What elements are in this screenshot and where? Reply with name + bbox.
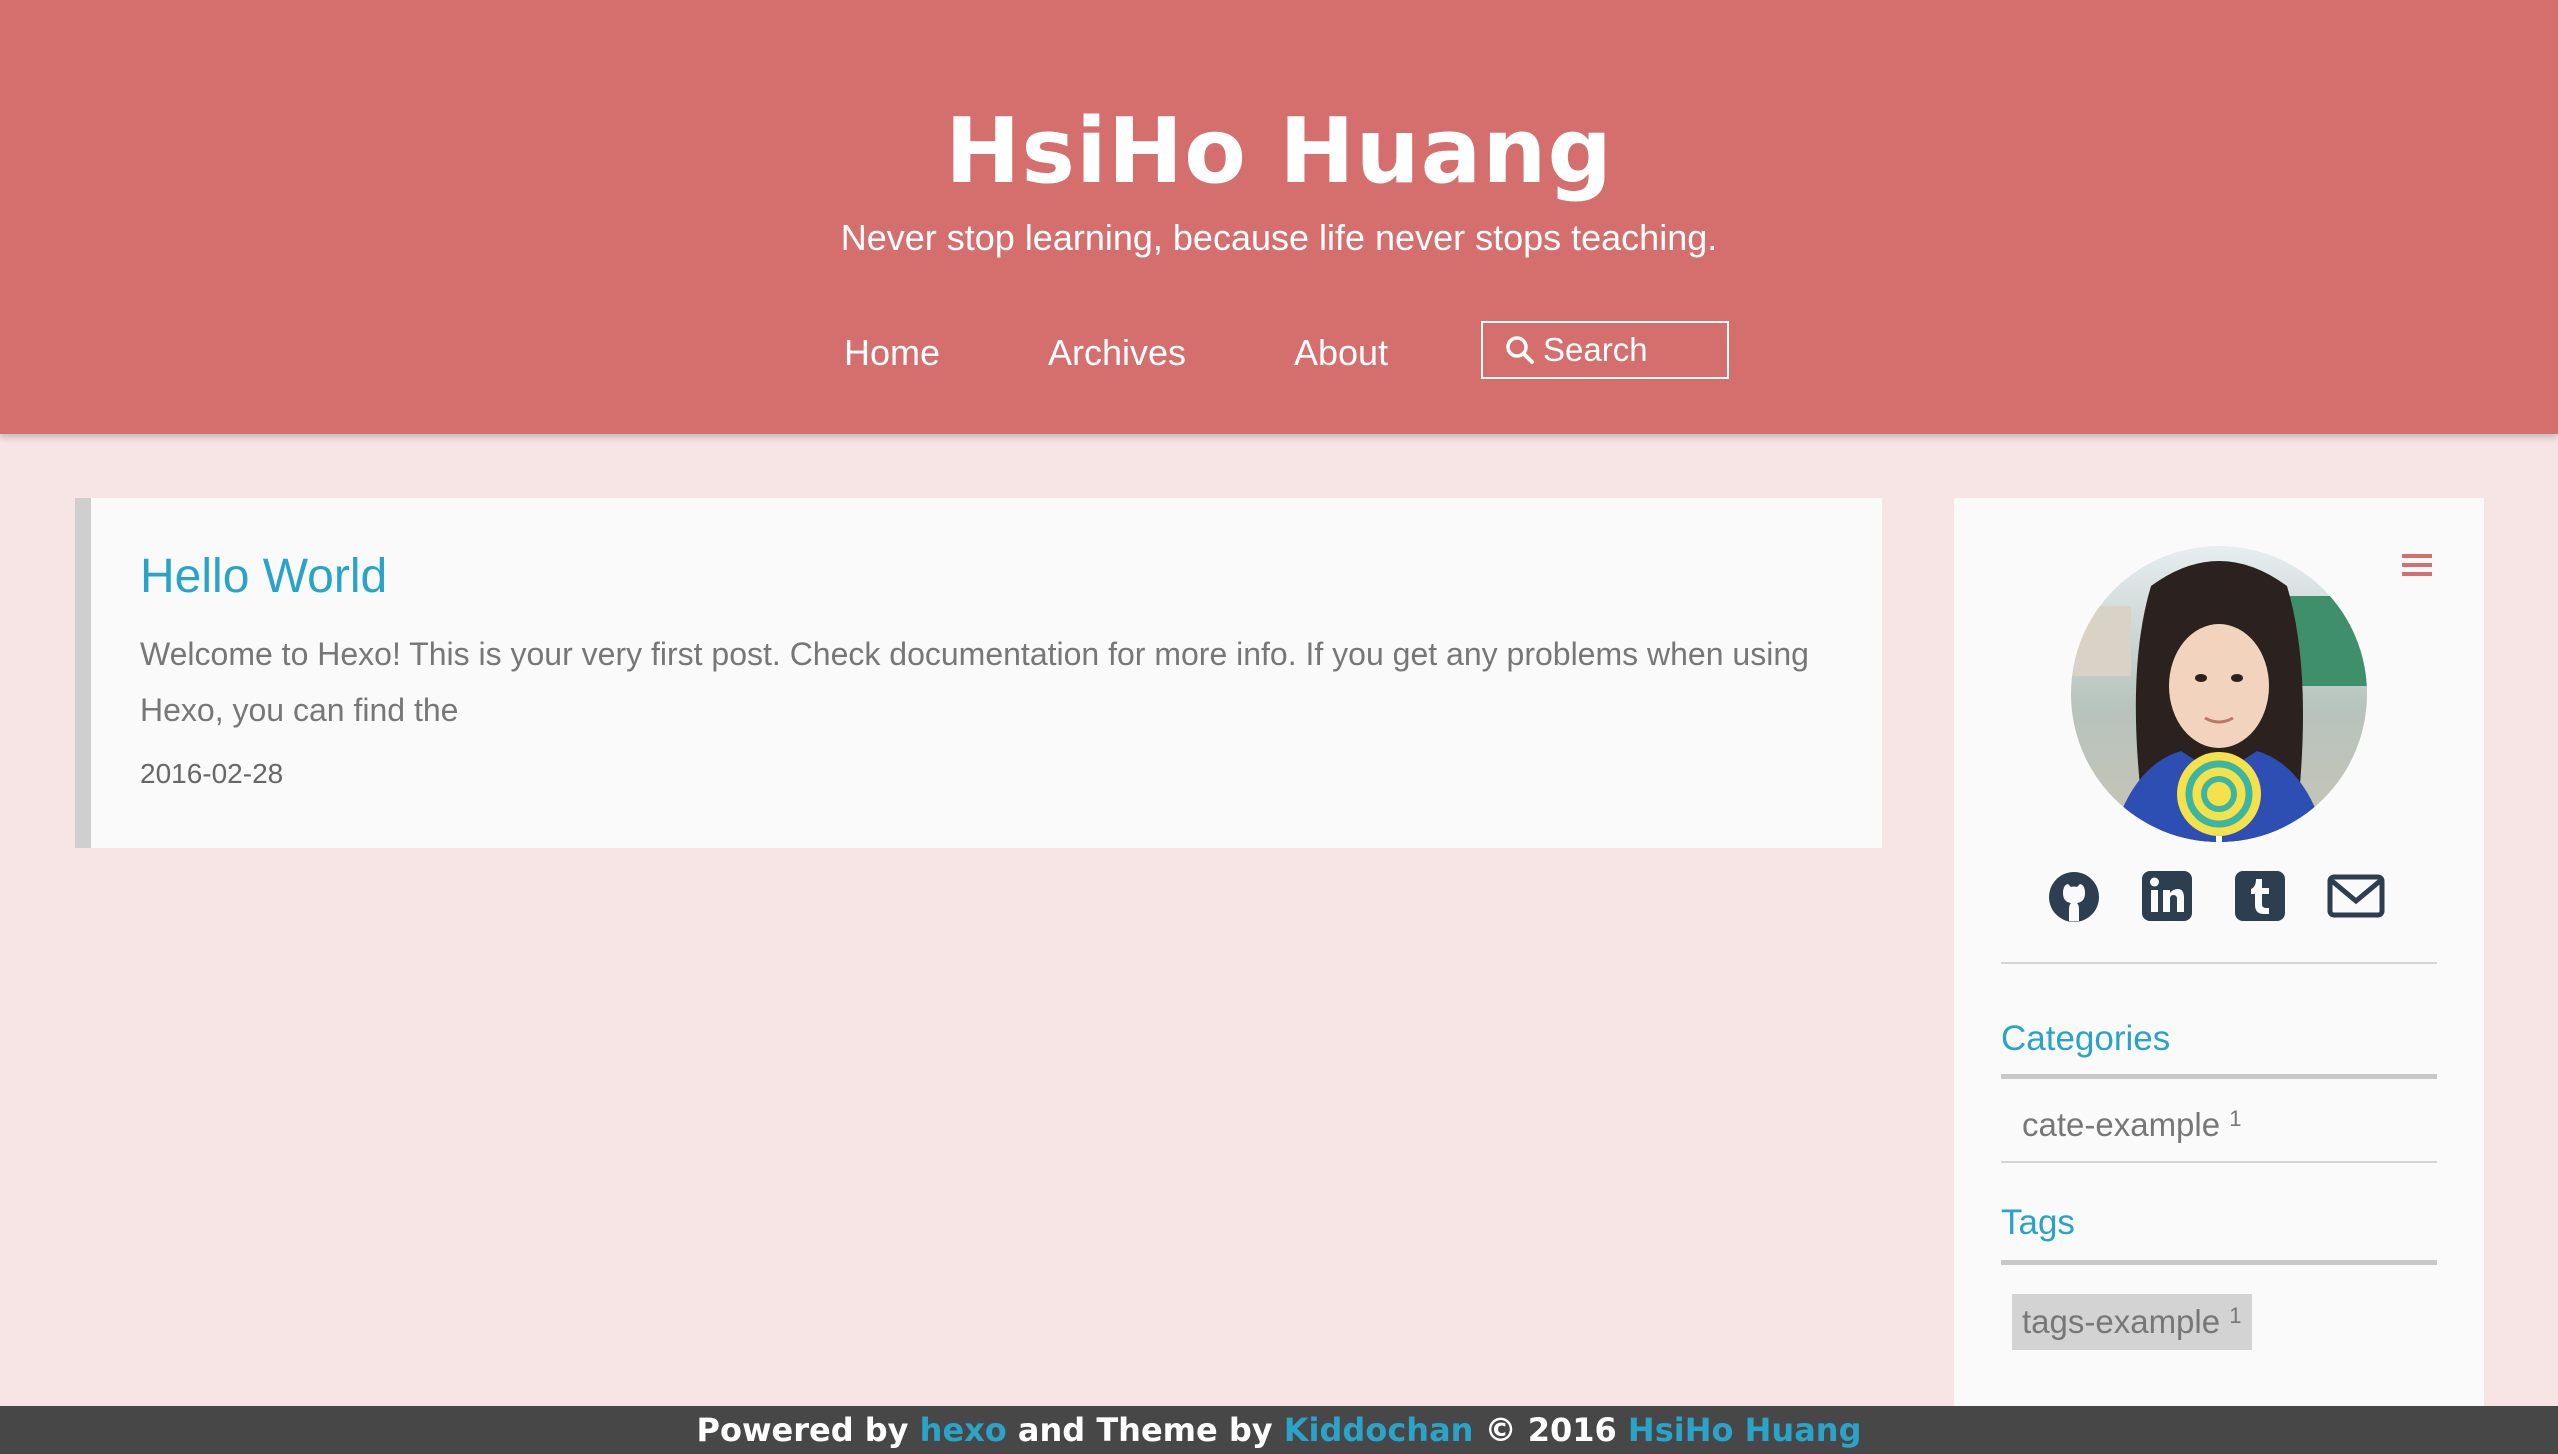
menu-icon[interactable] [2402,552,2432,578]
tag-item[interactable]: tags-example 1 [2012,1294,2252,1350]
sidebar-divider [2001,962,2437,964]
categories-underline [2001,1074,2437,1079]
footer-theme-by: and Theme by [1017,1411,1273,1449]
search-input[interactable]: Search [1481,321,1729,379]
category-name: cate-example [2022,1106,2221,1143]
tumblr-icon[interactable] [2235,871,2285,921]
site-title[interactable]: HsiHo Huang [0,92,2558,212]
owner-link[interactable]: HsiHo Huang [1628,1411,1862,1449]
category-item[interactable]: cate-example 1 [2022,1102,2242,1148]
post-card: Hello World Welcome to Hexo! This is you… [75,498,1882,848]
linkedin-icon[interactable] [2142,871,2192,921]
post-date: 2016-02-28 [140,758,284,789]
avatar [2071,546,2367,842]
tags-heading: Tags [2001,1203,2075,1242]
site-header: HsiHo Huang Never stop learning, because… [0,0,2558,434]
sidebar: Categories cate-example 1 Tags tags-exam… [1954,498,2484,1408]
hexo-link[interactable]: hexo [920,1411,1007,1449]
site-footer: Powered by hexo and Theme by Kiddochan ©… [0,1406,2558,1454]
tag-count: 1 [2229,1303,2242,1328]
category-count: 1 [2229,1106,2242,1131]
site-subtitle: Never stop learning, because life never … [840,217,1718,258]
theme-author-link[interactable]: Kiddochan [1284,1411,1474,1449]
footer-powered-by: Powered by [696,1411,909,1449]
categories-bottom-divider [2001,1161,2437,1163]
categories-heading: Categories [2001,1019,2171,1058]
search-icon [1506,336,1534,364]
post-excerpt: Welcome to Hexo! This is your very first… [140,636,1809,728]
nav-archives[interactable]: Archives [1048,328,1186,378]
footer-copyright: © 2016 [1484,1411,1617,1449]
post-title[interactable]: Hello World [140,546,387,608]
tags-underline [2001,1260,2437,1265]
nav-home[interactable]: Home [844,328,940,378]
nav-about[interactable]: About [1294,328,1388,378]
tag-name: tags-example [2022,1303,2221,1340]
mail-icon[interactable] [2327,871,2385,921]
search-placeholder: Search [1543,331,1648,368]
github-icon[interactable] [2048,871,2100,923]
